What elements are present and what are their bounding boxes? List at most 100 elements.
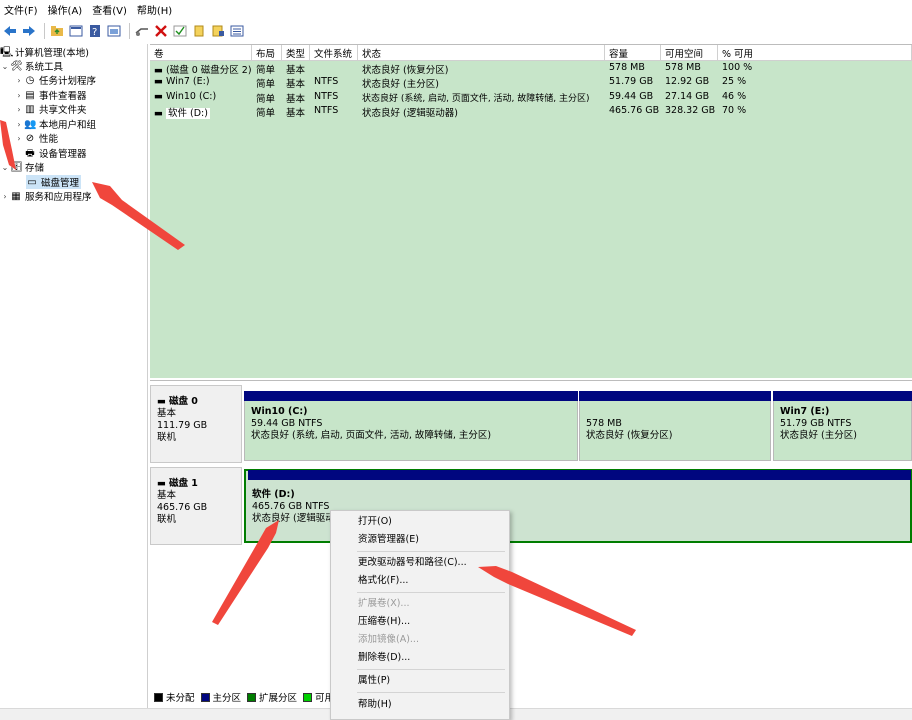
properties-icon[interactable] xyxy=(210,23,226,39)
cell-volume: (磁盘 0 磁盘分区 2) xyxy=(166,65,252,76)
column-header-type[interactable]: 类型 xyxy=(282,45,310,61)
menu-item-properties[interactable]: 属性(P) xyxy=(331,673,509,689)
table-row[interactable]: ▬ Win10 (C:) xyxy=(150,91,216,105)
menu-file[interactable]: 文件(F) xyxy=(0,2,44,17)
partition-title: 软件 (D:) xyxy=(252,489,295,500)
delete-icon[interactable] xyxy=(153,23,169,39)
cell-layout: 简单 xyxy=(256,65,276,76)
menu-item-open[interactable]: 打开(O) xyxy=(331,514,509,530)
menu-view[interactable]: 查看(V) xyxy=(88,2,133,17)
cell-free-space: 328.32 GB xyxy=(665,105,716,116)
legend-primary: 主分区 xyxy=(212,693,242,704)
cell-status: 状态良好 (恢复分区) xyxy=(362,65,449,76)
tree-item-storage[interactable]: ⌄ 🗄 存储 xyxy=(0,160,45,175)
disk-type: 基本 xyxy=(157,490,177,501)
cell-capacity: 59.44 GB xyxy=(609,91,654,102)
context-menu: 打开(O) 资源管理器(E) 更改驱动器号和路径(C)... 格式化(F)...… xyxy=(330,510,510,720)
back-arrow-icon[interactable] xyxy=(2,23,18,39)
column-header-volume[interactable]: 卷 xyxy=(150,45,252,61)
disk-type: 基本 xyxy=(157,408,177,419)
console-icon[interactable] xyxy=(68,23,84,39)
tree-item-device-manager[interactable]: 🖶 设备管理器 xyxy=(24,146,86,161)
shared-folder-icon: ▥ xyxy=(25,103,35,115)
table-row[interactable]: ▬ (磁盘 0 磁盘分区 2) xyxy=(150,62,252,76)
cell-type: 基本 xyxy=(286,94,306,105)
table-row[interactable]: ▬ 软件 (D:) xyxy=(150,105,210,119)
tree-item-shared-folders[interactable]: › ▥ 共享文件夹 xyxy=(14,102,87,117)
cell-capacity: 578 MB xyxy=(609,62,645,73)
menu-divider xyxy=(357,669,505,670)
partition-size: 59.44 GB NTFS xyxy=(251,418,323,429)
partition-size: 578 MB xyxy=(586,418,622,429)
list-icon[interactable] xyxy=(229,23,245,39)
cell-type: 基本 xyxy=(286,108,306,119)
cell-status: 状态良好 (系统, 启动, 页面文件, 活动, 故障转储, 主分区) xyxy=(362,94,590,104)
tree-item-task-scheduler[interactable]: › ◷ 任务计划程序 xyxy=(14,73,96,88)
chevron-down-icon[interactable]: ⌄ xyxy=(0,163,10,172)
disk-1-label[interactable]: ▬ 磁盘 1 基本 465.76 GB 联机 xyxy=(150,467,242,545)
menu-divider xyxy=(357,692,505,693)
chevron-right-icon[interactable]: › xyxy=(14,134,24,143)
menu-item-extend-volume[interactable]: 扩展卷(X)... xyxy=(331,596,509,612)
column-header-percent-free[interactable]: % 可用 xyxy=(718,45,912,61)
tree-item-label: 共享文件夹 xyxy=(39,105,87,116)
cell-filesystem: NTFS xyxy=(314,76,339,87)
tree-item-disk-management[interactable]: ▭ 磁盘管理 xyxy=(26,175,82,189)
menu-item-delete-volume[interactable]: 删除卷(D)... xyxy=(331,650,509,666)
tree-item-performance[interactable]: › ⊘ 性能 xyxy=(14,131,58,146)
svg-text:?: ? xyxy=(92,27,97,37)
cell-percent-free: 25 % xyxy=(722,76,747,87)
performance-icon: ⊘ xyxy=(25,132,35,144)
menu-item-add-mirror[interactable]: 添加镜像(A)... xyxy=(331,632,509,648)
logical-drive-bar xyxy=(248,470,911,480)
disk-0-label[interactable]: ▬ 磁盘 0 基本 111.79 GB 联机 xyxy=(150,385,242,463)
cell-percent-free: 46 % xyxy=(722,91,747,102)
column-header-capacity[interactable]: 容量 xyxy=(605,45,661,61)
cell-filesystem: NTFS xyxy=(314,105,339,116)
menu-item-explorer[interactable]: 资源管理器(E) xyxy=(331,532,509,548)
menu-help[interactable]: 帮助(H) xyxy=(133,2,178,17)
forward-arrow-icon[interactable] xyxy=(21,23,37,39)
folder-up-icon[interactable] xyxy=(49,23,65,39)
column-header-status[interactable]: 状态 xyxy=(358,45,605,61)
tree-item-label: 磁盘管理 xyxy=(41,178,80,189)
column-header-layout[interactable]: 布局 xyxy=(252,45,282,61)
tree-item-local-users[interactable]: › 👥 本地用户和组 xyxy=(14,117,96,132)
menu-action[interactable]: 操作(A) xyxy=(44,2,89,17)
computer-icon: 🖳 xyxy=(0,46,14,58)
new-icon[interactable] xyxy=(191,23,207,39)
tree-item-services-apps[interactable]: › ▦ 服务和应用程序 xyxy=(0,189,91,204)
partition-win7[interactable]: Win7 (E:) 51.79 GB NTFS 状态良好 (主分区) xyxy=(773,391,912,461)
menu-item-change-drive-letter[interactable]: 更改驱动器号和路径(C)... xyxy=(331,555,509,571)
view-icon[interactable] xyxy=(106,23,122,39)
table-row[interactable]: ▬ Win7 (E:) xyxy=(150,76,210,90)
chevron-right-icon[interactable]: › xyxy=(14,76,24,85)
menu-item-shrink-volume[interactable]: 压缩卷(H)... xyxy=(331,614,509,630)
connect-icon[interactable] xyxy=(134,23,150,39)
help-icon[interactable]: ? xyxy=(87,23,103,39)
tree-item-event-viewer[interactable]: › ▤ 事件查看器 xyxy=(14,88,86,103)
tree-item-system-tools[interactable]: ⌄ 🛠 系统工具 xyxy=(0,59,63,74)
partition-win10[interactable]: Win10 (C:) 59.44 GB NTFS 状态良好 (系统, 启动, 页… xyxy=(244,391,578,461)
cell-type: 基本 xyxy=(286,79,306,90)
legend-unallocated: 未分配 xyxy=(166,693,195,704)
chevron-right-icon[interactable]: › xyxy=(14,120,24,129)
partition-recovery[interactable]: 578 MB 状态良好 (恢复分区) xyxy=(579,391,771,461)
column-header-free-space[interactable]: 可用空间 xyxy=(661,45,718,61)
volume-icon: ▬ xyxy=(154,108,166,119)
menu-item-help[interactable]: 帮助(H) xyxy=(331,697,509,713)
chevron-down-icon[interactable]: ⌄ xyxy=(0,62,10,71)
chevron-right-icon[interactable]: › xyxy=(14,91,24,100)
partition-legend: 未分配 主分区 扩展分区 可用 xyxy=(150,688,334,706)
menu-item-format[interactable]: 格式化(F)... xyxy=(331,573,509,589)
chevron-right-icon[interactable]: › xyxy=(0,192,10,201)
disk-status: 联机 xyxy=(157,514,177,525)
legend-swatch-primary xyxy=(200,692,210,702)
column-header-filesystem[interactable]: 文件系统 xyxy=(310,45,358,61)
chevron-right-icon[interactable]: › xyxy=(14,105,24,114)
services-icon: ▦ xyxy=(11,190,21,202)
check-icon[interactable] xyxy=(172,23,188,39)
tree-item-label: 存储 xyxy=(25,163,45,174)
tree-item-root[interactable]: 🖳 计算机管理(本地) xyxy=(0,45,89,60)
cell-type: 基本 xyxy=(286,65,306,76)
